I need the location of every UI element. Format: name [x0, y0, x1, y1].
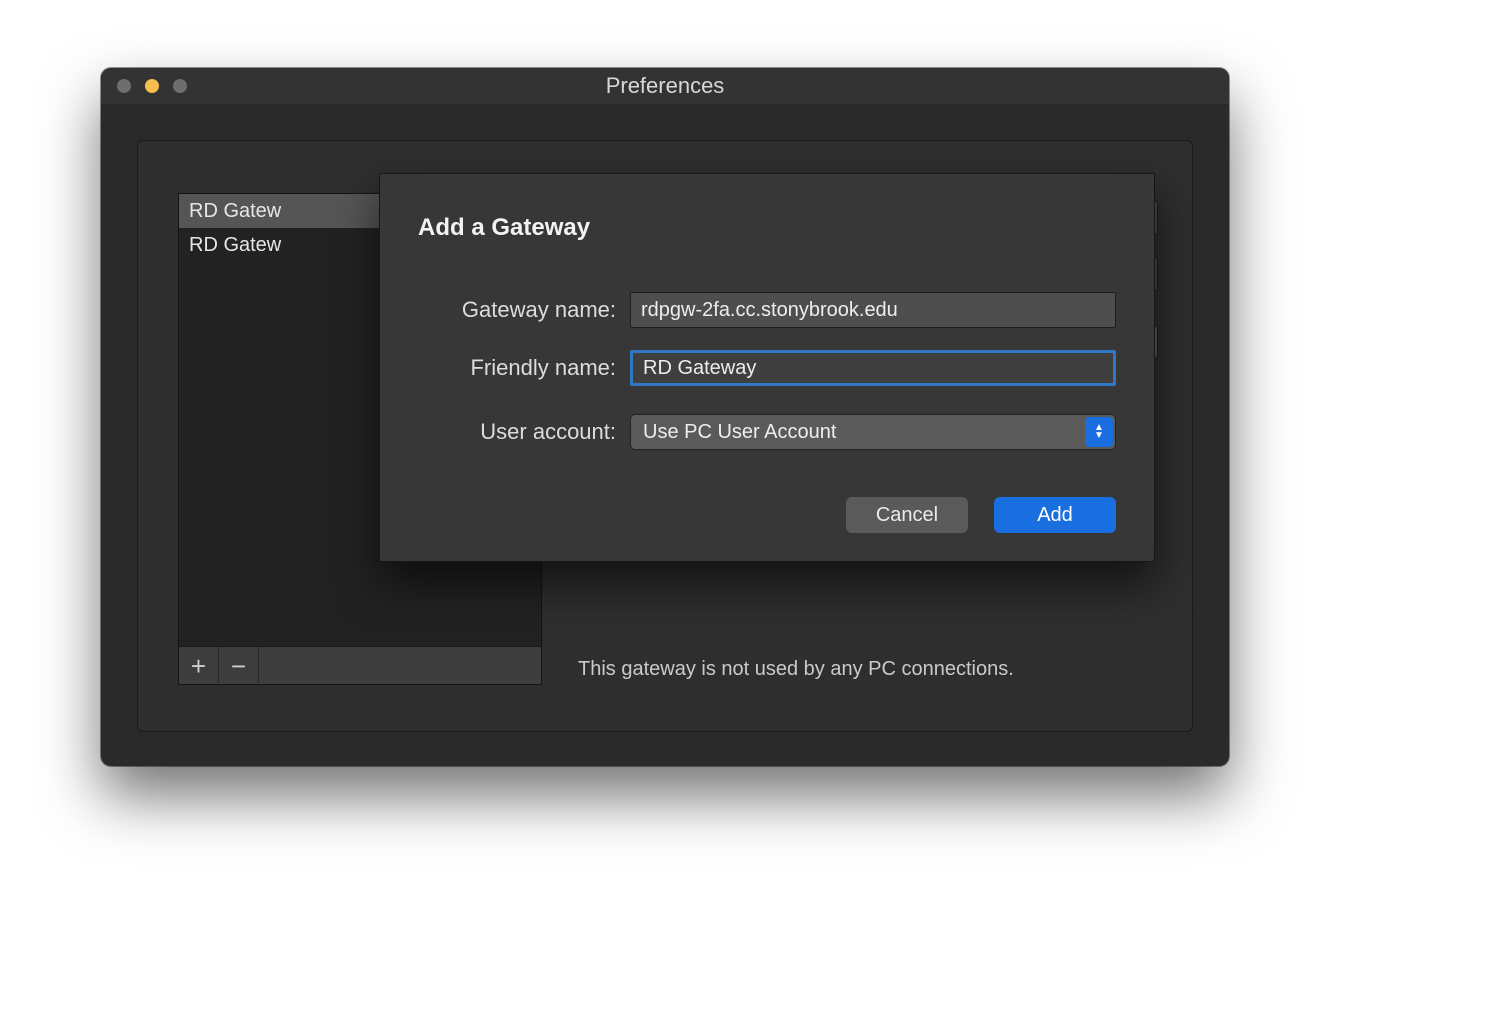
preferences-window: Preferences RD Gatew RD Gatew + −	[101, 68, 1229, 766]
gateway-name-row: Gateway name:	[380, 292, 1154, 328]
titlebar: Preferences	[101, 68, 1229, 104]
gateway-name-label: Gateway name:	[418, 297, 616, 323]
gateway-list-footer: + −	[179, 646, 541, 684]
add-button[interactable]: Add	[994, 497, 1116, 533]
friendly-name-row: Friendly name:	[380, 350, 1154, 386]
zoom-window-button[interactable]	[173, 79, 187, 93]
user-account-row: User account: Use PC User Account ▲▼	[380, 414, 1154, 450]
cancel-button[interactable]: Cancel	[846, 497, 968, 533]
dialog-title: Add a Gateway	[418, 214, 590, 242]
plus-icon: +	[191, 651, 206, 682]
add-gateway-dialog: Add a Gateway Gateway name: Friendly nam…	[379, 173, 1155, 562]
add-button-label: Add	[1037, 504, 1073, 527]
gateway-name-input[interactable]	[630, 292, 1116, 328]
chevron-up-down-icon: ▲▼	[1085, 417, 1113, 447]
list-item-label: RD Gatew	[189, 200, 281, 222]
list-item-label: RD Gatew	[189, 234, 281, 256]
add-gateway-button[interactable]: +	[179, 647, 219, 685]
dialog-button-row: Cancel Add	[846, 497, 1116, 533]
remove-gateway-button[interactable]: −	[219, 647, 259, 685]
user-account-select[interactable]: Use PC User Account ▲▼	[630, 414, 1116, 450]
user-account-label: User account:	[418, 419, 616, 445]
gateway-status-text: This gateway is not used by any PC conne…	[578, 658, 1014, 681]
close-window-button[interactable]	[117, 79, 131, 93]
user-account-value: Use PC User Account	[643, 421, 836, 444]
traffic-lights	[101, 79, 187, 93]
friendly-name-input[interactable]	[630, 350, 1116, 386]
minimize-window-button[interactable]	[145, 79, 159, 93]
window-title: Preferences	[101, 73, 1229, 99]
minus-icon: −	[231, 651, 246, 682]
friendly-name-label: Friendly name:	[418, 355, 616, 381]
cancel-button-label: Cancel	[876, 504, 938, 527]
